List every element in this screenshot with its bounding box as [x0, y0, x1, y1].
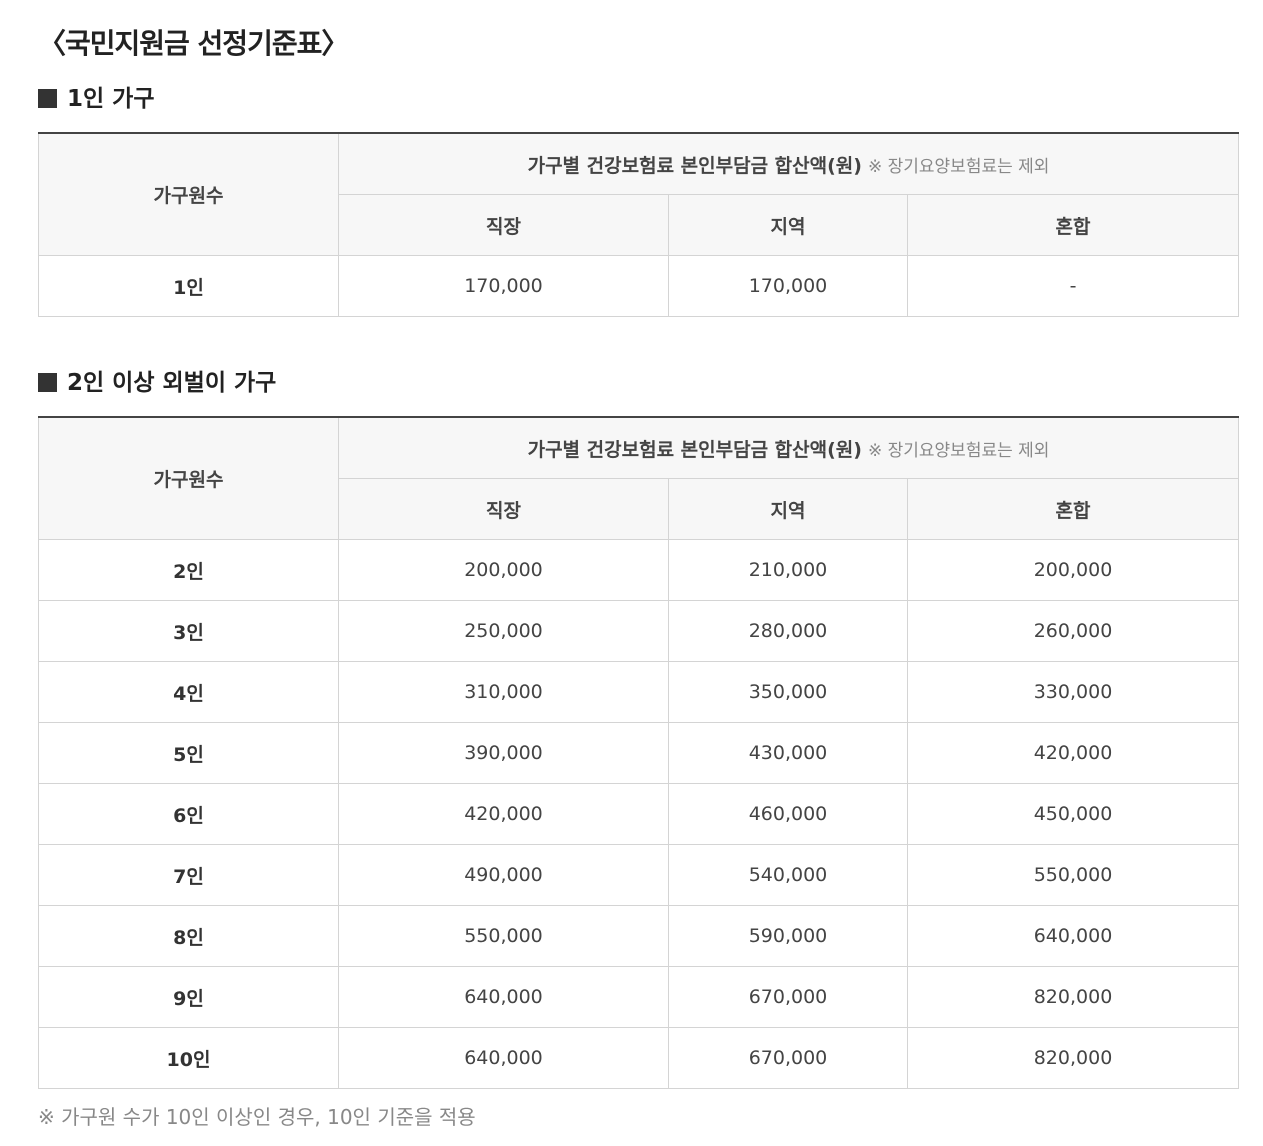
value-workplace: 640,000	[338, 1027, 669, 1089]
table-row: 4인 310,000 350,000 330,000	[38, 661, 1240, 723]
section-title-text: 2인 이상 외벌이 가구	[67, 370, 277, 396]
row-label: 9인	[38, 966, 339, 1028]
footnote: ※ 가구원 수가 10인 이상인 경우, 10인 기준을 적용	[38, 1105, 476, 1129]
value-regional: 540,000	[668, 844, 908, 906]
value-regional: 210,000	[668, 539, 908, 601]
value-regional: 670,000	[668, 966, 908, 1028]
value-workplace: 550,000	[338, 905, 669, 967]
value-mixed: 820,000	[906, 1027, 1240, 1089]
row-label: 10인	[38, 1027, 339, 1089]
table-row: 5인 390,000 430,000 420,000	[38, 722, 1240, 784]
table-row: 3인 250,000 280,000 260,000	[38, 600, 1240, 662]
value-mixed: -	[906, 255, 1240, 317]
value-mixed: 260,000	[906, 600, 1240, 662]
row-label: 6인	[38, 783, 339, 845]
value-regional: 670,000	[668, 1027, 908, 1089]
row-label: 5인	[38, 722, 339, 784]
value-regional: 430,000	[668, 722, 908, 784]
table-row: 1인 170,000 170,000 -	[38, 255, 1240, 317]
value-mixed: 640,000	[906, 905, 1240, 967]
value-workplace: 490,000	[338, 844, 669, 906]
value-regional: 280,000	[668, 600, 908, 662]
value-workplace: 640,000	[338, 966, 669, 1028]
square-bullet-icon	[38, 373, 57, 392]
value-regional: 460,000	[668, 783, 908, 845]
table-row: 6인 420,000 460,000 450,000	[38, 783, 1240, 845]
value-workplace: 420,000	[338, 783, 669, 845]
value-workplace: 390,000	[338, 722, 669, 784]
column-header-regional: 지역	[668, 478, 908, 540]
premium-group-note: ※ 장기요양보험료는 제외	[867, 156, 1050, 177]
table-row: 2인 200,000 210,000 200,000	[38, 539, 1240, 601]
column-header-workplace: 직장	[338, 194, 669, 256]
section-title-single-household: 1인 가구	[38, 82, 155, 116]
row-label: 7인	[38, 844, 339, 906]
criteria-table-multi-household: 가구원수 가구별 건강보험료 본인부담금 합산액(원) ※ 장기요양보험료는 제외…	[38, 416, 1240, 1089]
row-label: 4인	[38, 661, 339, 723]
value-mixed: 820,000	[906, 966, 1240, 1028]
value-workplace: 250,000	[338, 600, 669, 662]
value-mixed: 450,000	[906, 783, 1240, 845]
value-workplace: 310,000	[338, 661, 669, 723]
table-row: 9인 640,000 670,000 820,000	[38, 966, 1240, 1028]
square-bullet-icon	[38, 89, 57, 108]
value-mixed: 330,000	[906, 661, 1240, 723]
value-regional: 170,000	[668, 255, 908, 317]
value-mixed: 550,000	[906, 844, 1240, 906]
household-size-header: 가구원수	[38, 417, 339, 540]
row-label: 8인	[38, 905, 339, 967]
row-label: 1인	[38, 255, 339, 317]
row-label: 2인	[38, 539, 339, 601]
criteria-table-single-household: 가구원수 가구별 건강보험료 본인부담금 합산액(원) ※ 장기요양보험료는 제외…	[38, 132, 1240, 317]
value-workplace: 170,000	[338, 255, 669, 317]
premium-group-title: 가구별 건강보험료 본인부담금 합산액(원)	[527, 438, 862, 461]
value-regional: 350,000	[668, 661, 908, 723]
column-header-mixed: 혼합	[906, 478, 1240, 540]
value-workplace: 200,000	[338, 539, 669, 601]
household-size-header: 가구원수	[38, 133, 339, 256]
column-header-workplace: 직장	[338, 478, 669, 540]
table-row: 8인 550,000 590,000 640,000	[38, 905, 1240, 967]
column-header-regional: 지역	[668, 194, 908, 256]
table-row: 7인 490,000 540,000 550,000	[38, 844, 1240, 906]
premium-group-note: ※ 장기요양보험료는 제외	[867, 440, 1050, 461]
page-title: 〈국민지원금 선정기준표〉	[38, 27, 349, 60]
section-title-multi-household: 2인 이상 외벌이 가구	[38, 366, 276, 400]
premium-group-header: 가구별 건강보험료 본인부담금 합산액(원) ※ 장기요양보험료는 제외	[337, 417, 1240, 479]
column-header-mixed: 혼합	[906, 194, 1240, 256]
table-row: 10인 640,000 670,000 820,000	[38, 1027, 1240, 1089]
row-label: 3인	[38, 600, 339, 662]
section-title-text: 1인 가구	[67, 86, 155, 112]
value-mixed: 200,000	[906, 539, 1240, 601]
value-regional: 590,000	[668, 905, 908, 967]
value-mixed: 420,000	[906, 722, 1240, 784]
premium-group-header: 가구별 건강보험료 본인부담금 합산액(원) ※ 장기요양보험료는 제외	[337, 133, 1240, 195]
premium-group-title: 가구별 건강보험료 본인부담금 합산액(원)	[527, 154, 862, 177]
